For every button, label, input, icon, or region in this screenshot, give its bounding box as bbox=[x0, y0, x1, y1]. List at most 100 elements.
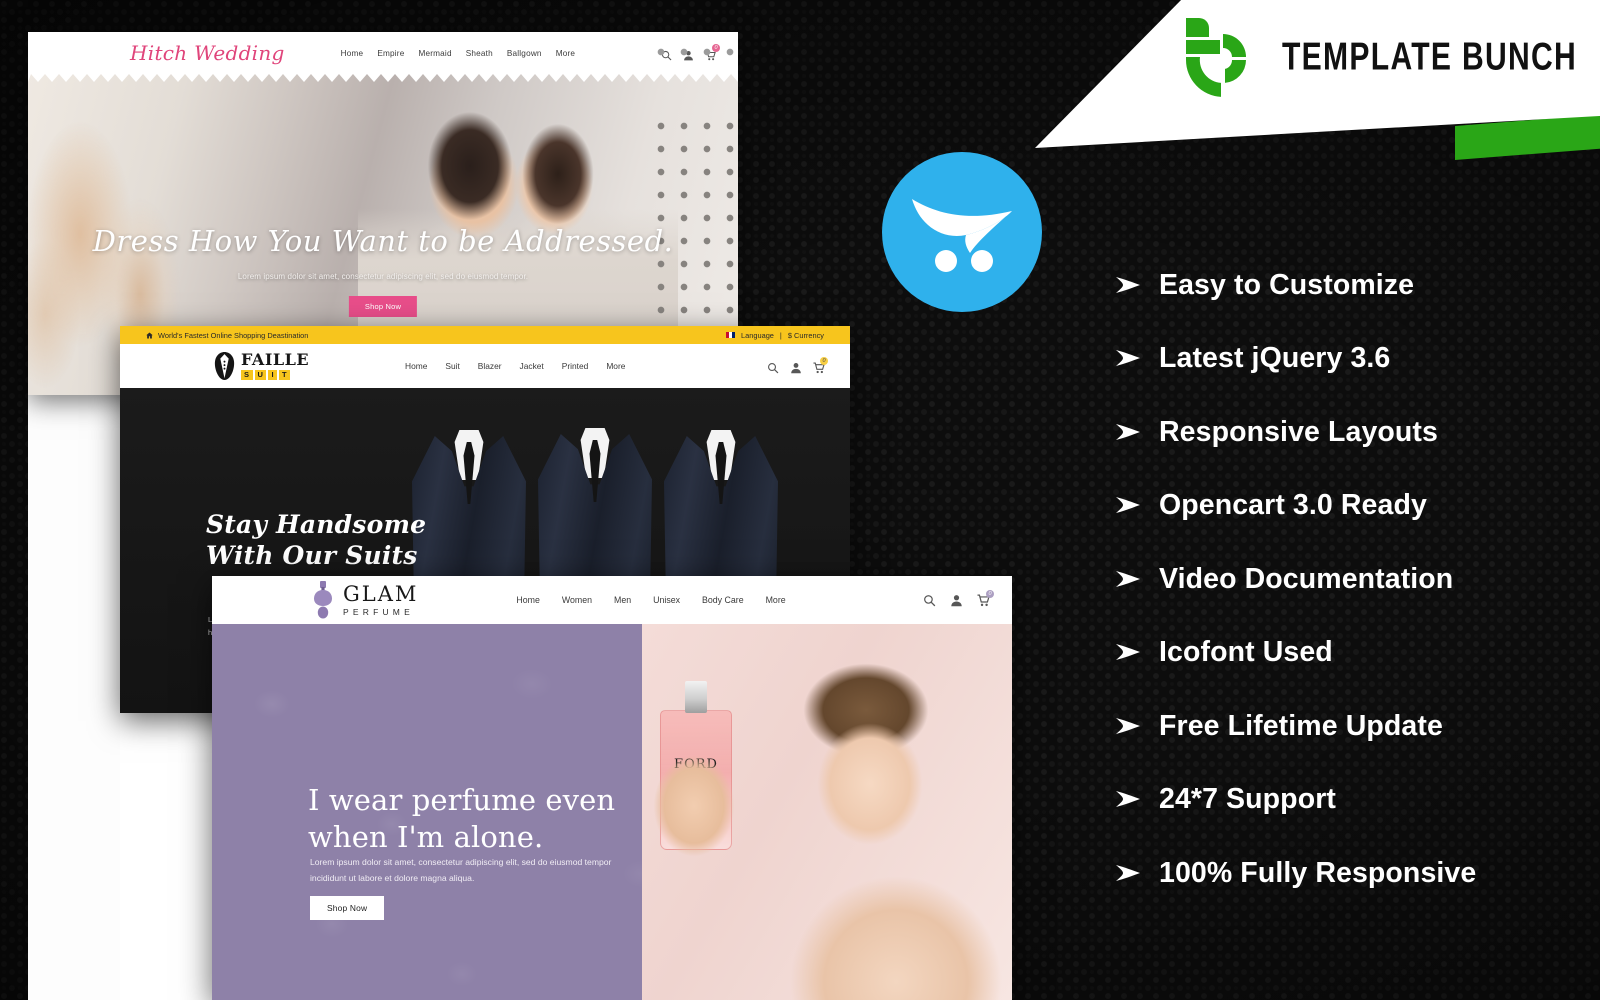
wedding-zigzag-divider bbox=[28, 74, 738, 82]
suit-currency-selector[interactable]: $ Currency bbox=[788, 331, 824, 340]
suit-nav-item-home[interactable]: Home bbox=[405, 361, 427, 371]
feature-label: Icofont Used bbox=[1159, 636, 1333, 668]
opencart-cart-logo-icon bbox=[912, 199, 1012, 272]
feature-item: 100% Fully Responsive bbox=[1115, 836, 1585, 910]
suit-cart-count: 0 bbox=[820, 356, 828, 365]
cart-icon[interactable]: 0 bbox=[977, 589, 994, 607]
suit-topbar-text: World's Fastest Online Shopping Deastina… bbox=[158, 330, 309, 340]
perfume-hero-title: I wear perfume even when I'm alone. bbox=[308, 782, 615, 855]
suit-logo-letter-t: T bbox=[279, 370, 291, 380]
feature-label: 24*7 Support bbox=[1159, 783, 1336, 815]
perfume-bottle-cap bbox=[685, 681, 707, 713]
user-icon[interactable] bbox=[790, 361, 801, 373]
brand-identity: TEMPLATE BUNCH bbox=[1180, 14, 1600, 100]
suit-topbar-divider: | bbox=[779, 330, 782, 340]
search-icon[interactable] bbox=[923, 594, 936, 607]
feature-item: Free Lifetime Update bbox=[1115, 689, 1585, 763]
arrow-right-icon bbox=[1115, 788, 1141, 810]
screenshot-perfume-template[interactable]: GLAM PERFUME Home Women Men Unisex Body … bbox=[212, 576, 1012, 1000]
brand-wordmark: TEMPLATE BUNCH bbox=[1282, 34, 1578, 79]
wedding-nav-item-sheath[interactable]: Sheath bbox=[466, 49, 493, 58]
search-icon[interactable] bbox=[767, 361, 779, 373]
perfume-hero: FORD I wear perfume even when I'm alone.… bbox=[212, 624, 1012, 1000]
flag-icon bbox=[726, 332, 736, 338]
arrow-right-icon bbox=[1115, 347, 1141, 369]
wedding-header: Hitch Wedding Home Empire Mermaid Sheath… bbox=[28, 32, 738, 74]
feature-label: Responsive Layouts bbox=[1159, 415, 1438, 448]
perfume-nav[interactable]: Home Women Men Unisex Body Care More bbox=[516, 595, 785, 605]
perfume-shop-now-button[interactable]: Shop Now bbox=[310, 896, 385, 920]
perfume-bottle-icon bbox=[314, 581, 332, 619]
wedding-header-dot-grid bbox=[654, 42, 738, 66]
feature-item: Latest jQuery 3.6 bbox=[1115, 322, 1585, 396]
feature-item: Responsive Layouts bbox=[1115, 395, 1585, 469]
perfume-model-hand bbox=[646, 744, 742, 874]
wedding-nav-item-more[interactable]: More bbox=[556, 49, 575, 58]
perfume-nav-item-men[interactable]: Men bbox=[614, 595, 631, 605]
perfume-cart-count: 0 bbox=[986, 589, 994, 598]
arrow-right-icon bbox=[1115, 862, 1141, 884]
cart-icon[interactable]: 0 bbox=[813, 356, 828, 373]
suit-nav-item-jacket[interactable]: Jacket bbox=[520, 361, 544, 371]
suit-header-icons: 0 bbox=[767, 356, 828, 373]
wedding-page-body bbox=[28, 395, 120, 1000]
suit-logo-letter-i: I bbox=[268, 370, 278, 380]
arrow-right-icon bbox=[1115, 715, 1141, 737]
perfume-hero-photo: FORD bbox=[642, 624, 1012, 1000]
wedding-nav-item-empire[interactable]: Empire bbox=[377, 49, 404, 58]
feature-label: 100% Fully Responsive bbox=[1159, 856, 1477, 889]
feature-item: Video Documentation bbox=[1115, 542, 1585, 616]
suit-topbar: World's Fastest Online Shopping Deastina… bbox=[120, 326, 850, 344]
perfume-nav-item-home[interactable]: Home bbox=[516, 595, 539, 605]
user-icon[interactable] bbox=[950, 594, 963, 607]
arrow-right-icon bbox=[1115, 494, 1141, 516]
suit-nav-item-more[interactable]: More bbox=[606, 361, 625, 371]
suit-nav[interactable]: Home Suit Blazer Jacket Printed More bbox=[405, 361, 625, 371]
perfume-header: GLAM PERFUME Home Women Men Unisex Body … bbox=[212, 576, 1012, 624]
wedding-nav[interactable]: Home Empire Mermaid Sheath Ballgown More bbox=[341, 49, 575, 58]
suit-logo-letter-u: U bbox=[254, 370, 267, 380]
wedding-logo[interactable]: Hitch Wedding bbox=[130, 41, 285, 65]
feature-label: Latest jQuery 3.6 bbox=[1159, 342, 1391, 374]
wedding-shop-now-button[interactable]: Shop Now bbox=[348, 296, 418, 317]
perfume-logo-name: GLAM bbox=[343, 581, 419, 606]
suit-hero-title-line1: Stay Handsome bbox=[206, 510, 427, 539]
wedding-nav-item-home[interactable]: Home bbox=[341, 49, 364, 58]
suit-logo[interactable]: FAILLE S U I T bbox=[214, 352, 309, 380]
perfume-logo[interactable]: GLAM PERFUME bbox=[310, 581, 418, 619]
wedding-nav-item-mermaid[interactable]: Mermaid bbox=[418, 49, 451, 58]
perfume-hero-title-line2: when I'm alone. bbox=[308, 819, 544, 854]
opencart-logo-badge bbox=[882, 152, 1042, 312]
arrow-right-icon bbox=[1115, 568, 1141, 590]
feature-item: Opencart 3.0 Ready bbox=[1115, 469, 1585, 543]
feature-item: Icofont Used bbox=[1115, 616, 1585, 690]
suit-language-selector[interactable]: Language bbox=[741, 331, 774, 340]
feature-label: Video Documentation bbox=[1159, 562, 1454, 595]
wedding-nav-item-ballgown[interactable]: Ballgown bbox=[507, 49, 542, 58]
feature-item: 24*7 Support bbox=[1115, 763, 1585, 837]
perfume-nav-item-women[interactable]: Women bbox=[562, 595, 592, 605]
arrow-right-icon bbox=[1115, 274, 1141, 296]
suit-topbar-settings: Language | $ Currency bbox=[726, 331, 824, 340]
suit-hero-title: Stay Handsome With Our Suits bbox=[206, 510, 426, 571]
suit-nav-item-blazer[interactable]: Blazer bbox=[478, 361, 502, 371]
feature-list: Easy to Customize Latest jQuery 3.6 Resp… bbox=[1115, 248, 1585, 910]
suit-logo-sub: S U I T bbox=[241, 370, 309, 380]
suit-logo-name: FAILLE bbox=[241, 350, 310, 370]
perfume-nav-item-body-care[interactable]: Body Care bbox=[702, 595, 744, 605]
arrow-right-icon bbox=[1115, 641, 1141, 663]
suit-nav-item-printed[interactable]: Printed bbox=[562, 361, 589, 371]
feature-label: Easy to Customize bbox=[1159, 268, 1415, 301]
perfume-model-figure bbox=[746, 662, 1012, 1000]
home-icon bbox=[146, 331, 153, 338]
wedding-hero-subtitle: Lorem ipsum dolor sit amet, consectetur … bbox=[237, 272, 529, 281]
suit-logo-letter-s: S bbox=[241, 370, 253, 380]
feature-label: Free Lifetime Update bbox=[1159, 709, 1443, 742]
perfume-nav-item-unisex[interactable]: Unisex bbox=[653, 595, 680, 605]
perfume-nav-item-more[interactable]: More bbox=[766, 595, 786, 605]
feature-item: Easy to Customize bbox=[1115, 248, 1585, 322]
suit-topbar-tagline: World's Fastest Online Shopping Deastina… bbox=[146, 331, 308, 340]
perfume-hero-subtitle: Lorem ipsum dolor sit amet, consectetur … bbox=[310, 857, 612, 884]
suit-header: FAILLE S U I T Home Suit Blazer Jacket P… bbox=[120, 344, 850, 388]
suit-nav-item-suit[interactable]: Suit bbox=[445, 361, 459, 371]
